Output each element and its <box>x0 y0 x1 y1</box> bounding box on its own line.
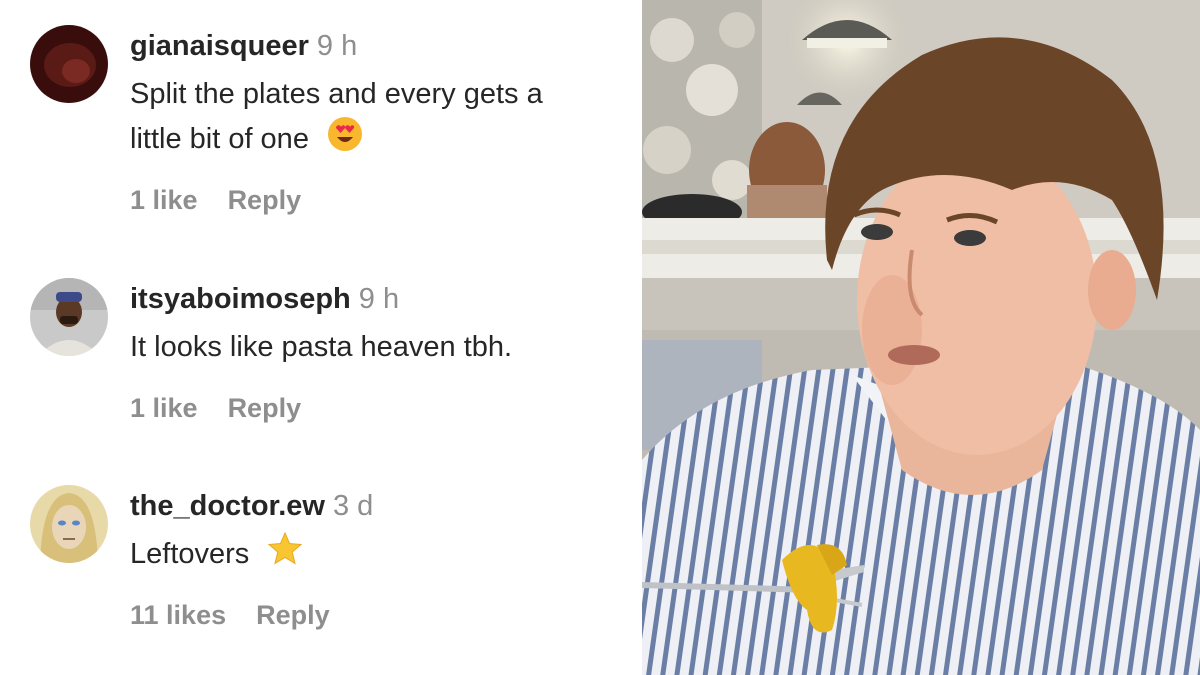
star-emoji-icon <box>267 531 303 580</box>
timestamp: 3 d <box>333 490 374 522</box>
username-link[interactable]: gianaisqueer <box>130 30 309 62</box>
heart-eyes-emoji-icon <box>327 116 363 165</box>
comment-meta: 1 like Reply <box>130 185 301 216</box>
like-count[interactable]: 11 likes <box>130 600 226 630</box>
comment-meta: 1 like Reply <box>130 393 301 424</box>
username-link[interactable]: the_doctor.ew <box>130 490 325 522</box>
comment-text: Split the plates and every gets a little… <box>130 72 630 165</box>
comment-text-line: It looks like pasta heaven tbh. <box>130 331 513 363</box>
comment-text: It looks like pasta heaven tbh. <box>130 325 630 369</box>
comment-text-line: little bit of one <box>130 123 309 156</box>
comment-header: itsyaboimoseph 9 h <box>130 283 399 316</box>
avatar[interactable] <box>30 25 108 103</box>
reply-button[interactable]: Reply <box>256 600 330 630</box>
timestamp: 9 h <box>316 30 358 62</box>
comments-panel: gianaisqueer 9 h Split the plates and eve… <box>0 0 642 675</box>
restaurant-photo-illustration <box>642 0 1200 675</box>
comment-header: gianaisqueer 9 h <box>130 30 357 63</box>
reply-button[interactable]: Reply <box>228 393 302 423</box>
like-count[interactable]: 1 like <box>130 393 198 423</box>
timestamp: 9 h <box>358 283 400 315</box>
comment-header: the_doctor.ew 3 d <box>130 490 373 523</box>
avatar[interactable] <box>30 278 108 356</box>
reply-button[interactable]: Reply <box>228 185 302 215</box>
like-count[interactable]: 1 like <box>130 185 198 215</box>
comment-text-line: Leftovers <box>130 538 250 571</box>
comment-text-line: Split the plates and every gets a <box>130 78 543 110</box>
comment-meta: 11 likes Reply <box>130 600 330 631</box>
video-still-image <box>642 0 1200 675</box>
avatar[interactable] <box>30 485 108 563</box>
username-link[interactable]: itsyaboimoseph <box>130 283 351 315</box>
comment-text: Leftovers <box>130 531 630 580</box>
